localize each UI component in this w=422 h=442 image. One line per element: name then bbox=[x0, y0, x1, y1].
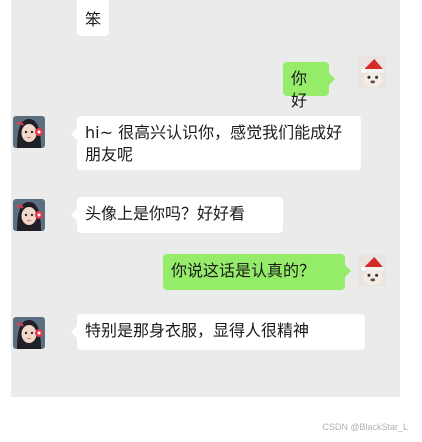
message-bubble-outgoing[interactable]: 你好 bbox=[283, 62, 335, 110]
self-avatar-icon[interactable] bbox=[356, 254, 394, 296]
self-avatar-icon[interactable] bbox=[356, 56, 394, 98]
girl-avatar-icon bbox=[13, 116, 45, 148]
santa-hat-dog-avatar-icon bbox=[357, 254, 387, 286]
message-text: 你好 bbox=[291, 69, 308, 110]
girl-avatar-icon bbox=[13, 317, 45, 349]
girl-avatar-icon bbox=[13, 199, 45, 231]
message-bubble-incoming[interactable]: hi~ 很高兴认识你，感觉我们能成好朋友呢 bbox=[71, 116, 361, 170]
message-bubble-incoming[interactable]: 特别是那身衣服，显得人很精神 bbox=[71, 314, 365, 350]
contact-avatar-icon[interactable] bbox=[13, 116, 45, 148]
message-bubble-outgoing[interactable]: 你说这话是认真的？ bbox=[163, 254, 351, 290]
message-bubble-incoming[interactable]: 笨 bbox=[77, 0, 109, 36]
watermark: CSDN @BlackStar_L bbox=[322, 422, 408, 432]
contact-avatar-icon[interactable] bbox=[13, 317, 45, 349]
message-text: hi~ 很高兴认识你，感觉我们能成好朋友呢 bbox=[85, 123, 343, 164]
message-bubble-incoming[interactable]: 头像上是你吗？好好看 bbox=[71, 197, 283, 233]
santa-hat-dog-avatar-icon bbox=[357, 56, 387, 88]
message-text: 笨 bbox=[85, 10, 102, 29]
message-text: 头像上是你吗？好好看 bbox=[85, 204, 246, 223]
message-text: 特别是那身衣服，显得人很精神 bbox=[85, 321, 310, 340]
message-text: 你说这话是认真的？ bbox=[171, 261, 316, 280]
contact-avatar-icon[interactable] bbox=[13, 199, 45, 231]
chat-window: 笨 你好 hi~ 很高兴认识你，感觉我们能成好朋友呢 头像上是你吗？好好看 你说… bbox=[11, 0, 400, 397]
